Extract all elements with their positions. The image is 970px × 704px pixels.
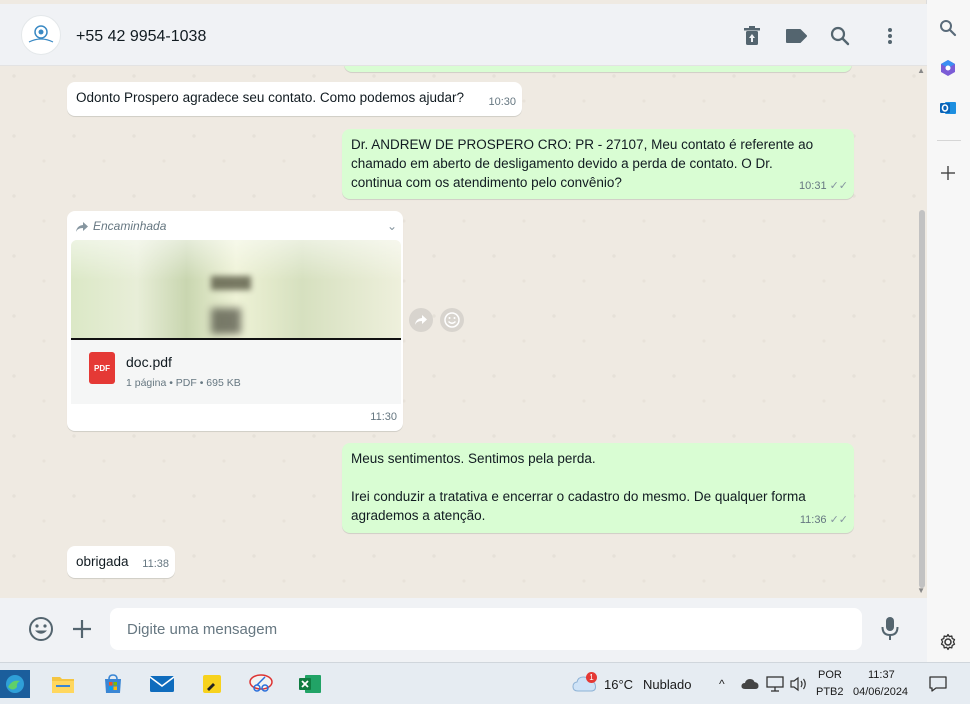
label-icon[interactable] [784, 24, 808, 48]
file-explorer-icon[interactable] [49, 670, 77, 698]
forward-icon [76, 221, 88, 232]
message-time: 10:30 [488, 96, 516, 108]
weather-description[interactable]: Nublado [643, 677, 691, 692]
pdf-icon: PDF [89, 352, 115, 384]
forward-button[interactable] [409, 308, 433, 332]
read-ticks-icon: ✓✓ [829, 514, 848, 526]
message-time: 11:36 [799, 514, 827, 526]
message-meta: 10:31 ✓✓ [799, 175, 848, 196]
message-line [351, 468, 845, 487]
browser-sidebar [927, 0, 970, 662]
chat-header: +55 42 9954-1038 [0, 4, 927, 66]
microphone-icon[interactable] [880, 616, 900, 642]
message-composer: Digite uma mensagem [0, 598, 927, 662]
message-bubble-outgoing[interactable]: Dr. ANDREW DE PROSPERO CRO: PR - 27107, … [342, 129, 854, 199]
message-bubble-document[interactable]: Encaminhada ⌄ PDF doc.pdf 1 página • PDF… [67, 211, 403, 431]
search-icon[interactable] [828, 24, 852, 48]
microsoft-store-icon[interactable] [99, 670, 127, 698]
scrollbar[interactable] [919, 210, 925, 588]
clock-date[interactable]: 04/06/2024 [853, 686, 908, 698]
message-line: Meus sentimentos. Sentimos pela perda. [351, 451, 596, 466]
document-meta: 1 página • PDF • 695 KB [126, 377, 241, 389]
copilot-icon[interactable] [937, 57, 959, 79]
message-bubble-incoming[interactable]: Odonto Prospero agradece seu contato. Co… [67, 82, 522, 116]
forwarded-indicator: Encaminhada [75, 217, 166, 236]
edge-browser-icon[interactable] [0, 670, 30, 698]
weather-cloud-icon[interactable]: 1 [572, 672, 598, 694]
message-line: agrademos a atenção. [351, 508, 486, 523]
onedrive-cloud-icon[interactable] [741, 677, 759, 695]
message-time: 10:31 [799, 180, 827, 192]
react-button[interactable] [440, 308, 464, 332]
emoji-icon [444, 312, 460, 328]
message-line: chamado em aberto de desligamento devido… [351, 156, 773, 171]
input-language[interactable]: POR [818, 669, 842, 681]
document-card[interactable]: PDF doc.pdf 1 página • PDF • 695 KB [71, 340, 401, 404]
windows-taskbar: 1 16°C Nublado ^ POR PTB2 11:37 04/06/20… [0, 662, 970, 704]
emoji-icon[interactable] [28, 616, 54, 642]
forwarded-label: Encaminhada [93, 219, 167, 233]
volume-icon[interactable] [790, 676, 808, 697]
settings-gear-icon[interactable] [937, 631, 959, 653]
notifications-icon[interactable] [929, 675, 947, 698]
message-meta: 11:36 ✓✓ [800, 509, 848, 530]
search-icon[interactable] [937, 17, 959, 39]
message-line: Irei conduzir a tratativa e encerrar o c… [351, 489, 806, 504]
clock-time[interactable]: 11:37 [868, 669, 895, 681]
chevron-down-icon[interactable]: ⌄ [387, 217, 397, 236]
forward-icon [415, 315, 427, 325]
menu-icon[interactable] [878, 24, 902, 48]
document-name: doc.pdf [126, 354, 172, 370]
message-bubble-incoming[interactable]: obrigada 11:38 [67, 546, 175, 578]
keyboard-layout[interactable]: PTB2 [816, 686, 844, 698]
message-time: 11:38 [142, 558, 169, 570]
add-icon[interactable] [937, 162, 959, 184]
document-preview-image[interactable] [71, 240, 401, 340]
delete-icon[interactable] [740, 24, 764, 48]
message-text: obrigada [76, 554, 129, 569]
chat-area[interactable]: Odonto Prospero agradece seu contato. Co… [4, 66, 927, 598]
sidebar-divider [937, 140, 961, 141]
mail-icon[interactable] [148, 670, 176, 698]
message-line: Dr. ANDREW DE PROSPERO CRO: PR - 27107, … [351, 137, 814, 152]
message-time: 11:30 [370, 411, 397, 423]
message-input[interactable]: Digite uma mensagem [110, 608, 862, 650]
weather-temperature[interactable]: 16°C [604, 677, 633, 692]
snipping-tool-icon[interactable] [247, 670, 275, 698]
weather-badge: 1 [586, 672, 597, 683]
network-icon[interactable] [766, 676, 784, 697]
sticky-notes-icon[interactable] [198, 670, 226, 698]
attach-plus-icon[interactable] [71, 618, 93, 640]
whatsapp-window: +55 42 9954-1038 Odonto Prospero agradec… [0, 0, 927, 662]
message-bubble-outgoing[interactable]: Meus sentimentos. Sentimos pela perda. I… [342, 443, 854, 533]
avatar[interactable] [21, 15, 61, 55]
message-text: Odonto Prospero agradece seu contato. Co… [76, 90, 464, 105]
outlook-icon[interactable] [937, 97, 959, 119]
previous-message-bubble [344, 66, 852, 72]
excel-icon[interactable] [296, 670, 324, 698]
read-ticks-icon: ✓✓ [829, 180, 848, 192]
scroll-up-arrow-icon[interactable]: ▲ [917, 66, 925, 75]
tray-overflow-chevron-icon[interactable]: ^ [719, 677, 725, 691]
contact-name[interactable]: +55 42 9954-1038 [76, 28, 206, 46]
message-line: continua com os atendimento pelo convêni… [351, 175, 622, 190]
scroll-down-arrow-icon[interactable]: ▼ [917, 586, 925, 595]
